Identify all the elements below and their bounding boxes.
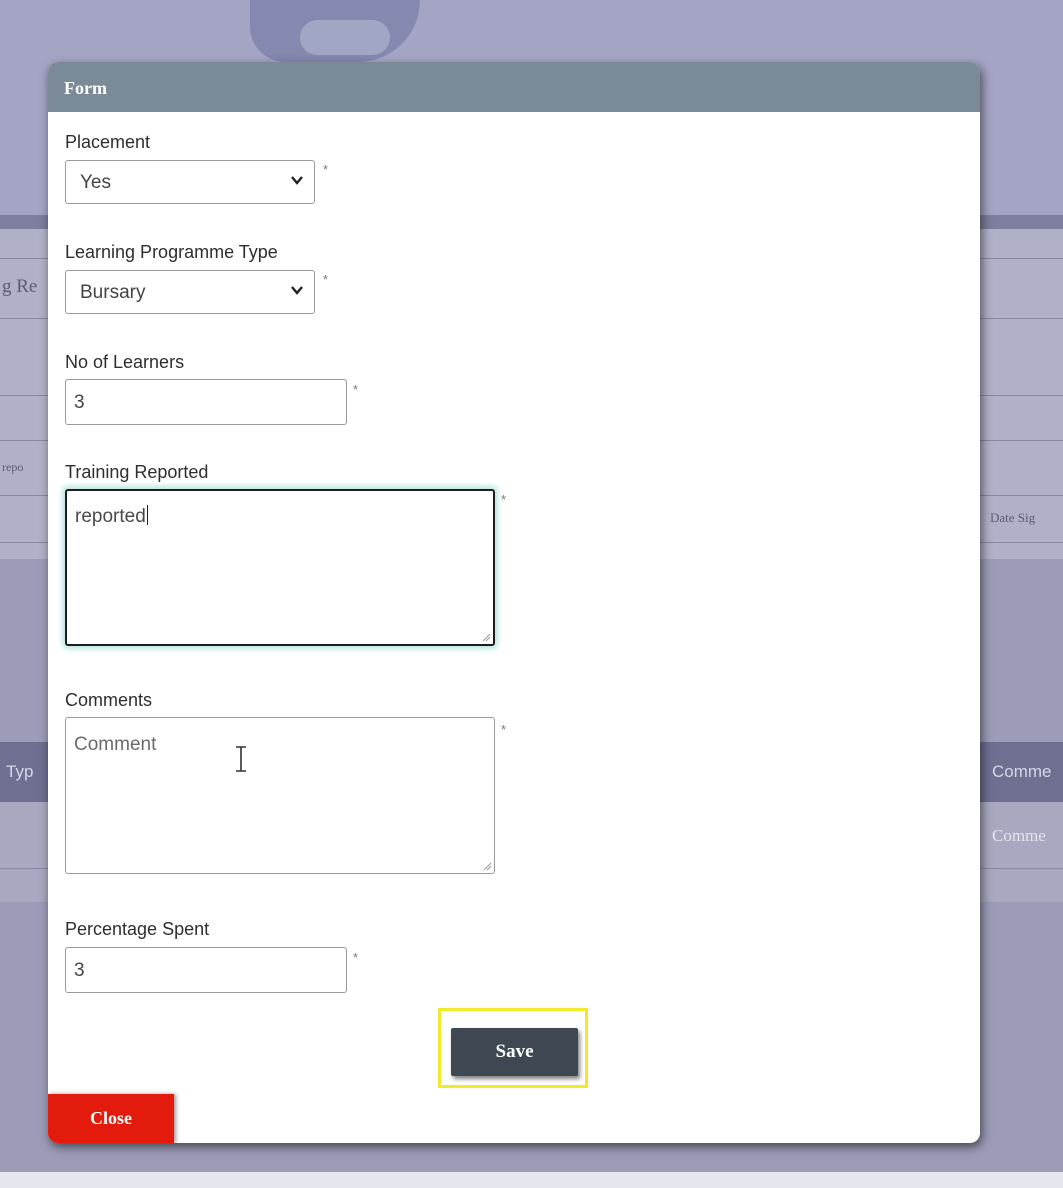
placement-select[interactable]: Yes xyxy=(65,160,315,204)
chevron-down-icon xyxy=(291,176,303,185)
background-footer xyxy=(0,1172,1063,1188)
programme-type-label: Learning Programme Type xyxy=(65,242,278,262)
programme-type-select[interactable]: Bursary xyxy=(65,270,315,314)
save-button[interactable]: Save xyxy=(451,1028,578,1076)
dialog-header: Form xyxy=(48,62,980,112)
resize-grip-icon[interactable] xyxy=(482,861,492,871)
comments-placeholder: Comment xyxy=(74,734,157,755)
training-reported-label: Training Reported xyxy=(65,462,209,482)
background-logo-highlight xyxy=(300,20,390,55)
form-dialog: Form Placement Yes * Learning Programme … xyxy=(48,62,980,1143)
required-marker: * xyxy=(323,162,329,177)
background-text-fragment: Date Sig xyxy=(990,510,1036,525)
required-marker: * xyxy=(353,382,359,397)
background-column-fragment: Typ xyxy=(6,762,34,781)
percentage-spent-label: Percentage Spent xyxy=(65,919,210,939)
training-reported-textarea[interactable]: reported xyxy=(65,489,495,646)
dialog-title: Form xyxy=(64,78,107,98)
placement-value: Yes xyxy=(80,172,111,193)
background-column-fragment: Comme xyxy=(992,762,1052,781)
close-button[interactable]: Close xyxy=(48,1094,174,1143)
required-marker: * xyxy=(501,722,507,737)
required-marker: * xyxy=(501,492,507,507)
text-cursor-icon xyxy=(236,746,246,772)
resize-grip-icon[interactable] xyxy=(481,632,491,642)
percentage-spent-input[interactable]: 3 xyxy=(65,947,347,993)
text-caret xyxy=(146,505,148,525)
background-heading-fragment: g Re xyxy=(2,276,38,297)
background-cell-fragment: Comme xyxy=(992,826,1046,845)
percentage-spent-value: 3 xyxy=(74,960,85,981)
learners-input[interactable]: 3 xyxy=(65,379,347,425)
learners-value: 3 xyxy=(74,392,85,413)
training-reported-text: reported xyxy=(75,506,146,527)
chevron-down-icon xyxy=(291,286,303,295)
comments-textarea[interactable]: Comment xyxy=(65,717,495,874)
training-reported-value: reported xyxy=(75,505,148,528)
learners-label: No of Learners xyxy=(65,352,185,372)
comments-label: Comments xyxy=(65,690,153,710)
required-marker: * xyxy=(323,272,329,287)
programme-type-value: Bursary xyxy=(80,282,146,303)
background-text-fragment: repo xyxy=(2,460,24,474)
required-marker: * xyxy=(353,950,359,965)
placement-label: Placement xyxy=(65,132,151,152)
